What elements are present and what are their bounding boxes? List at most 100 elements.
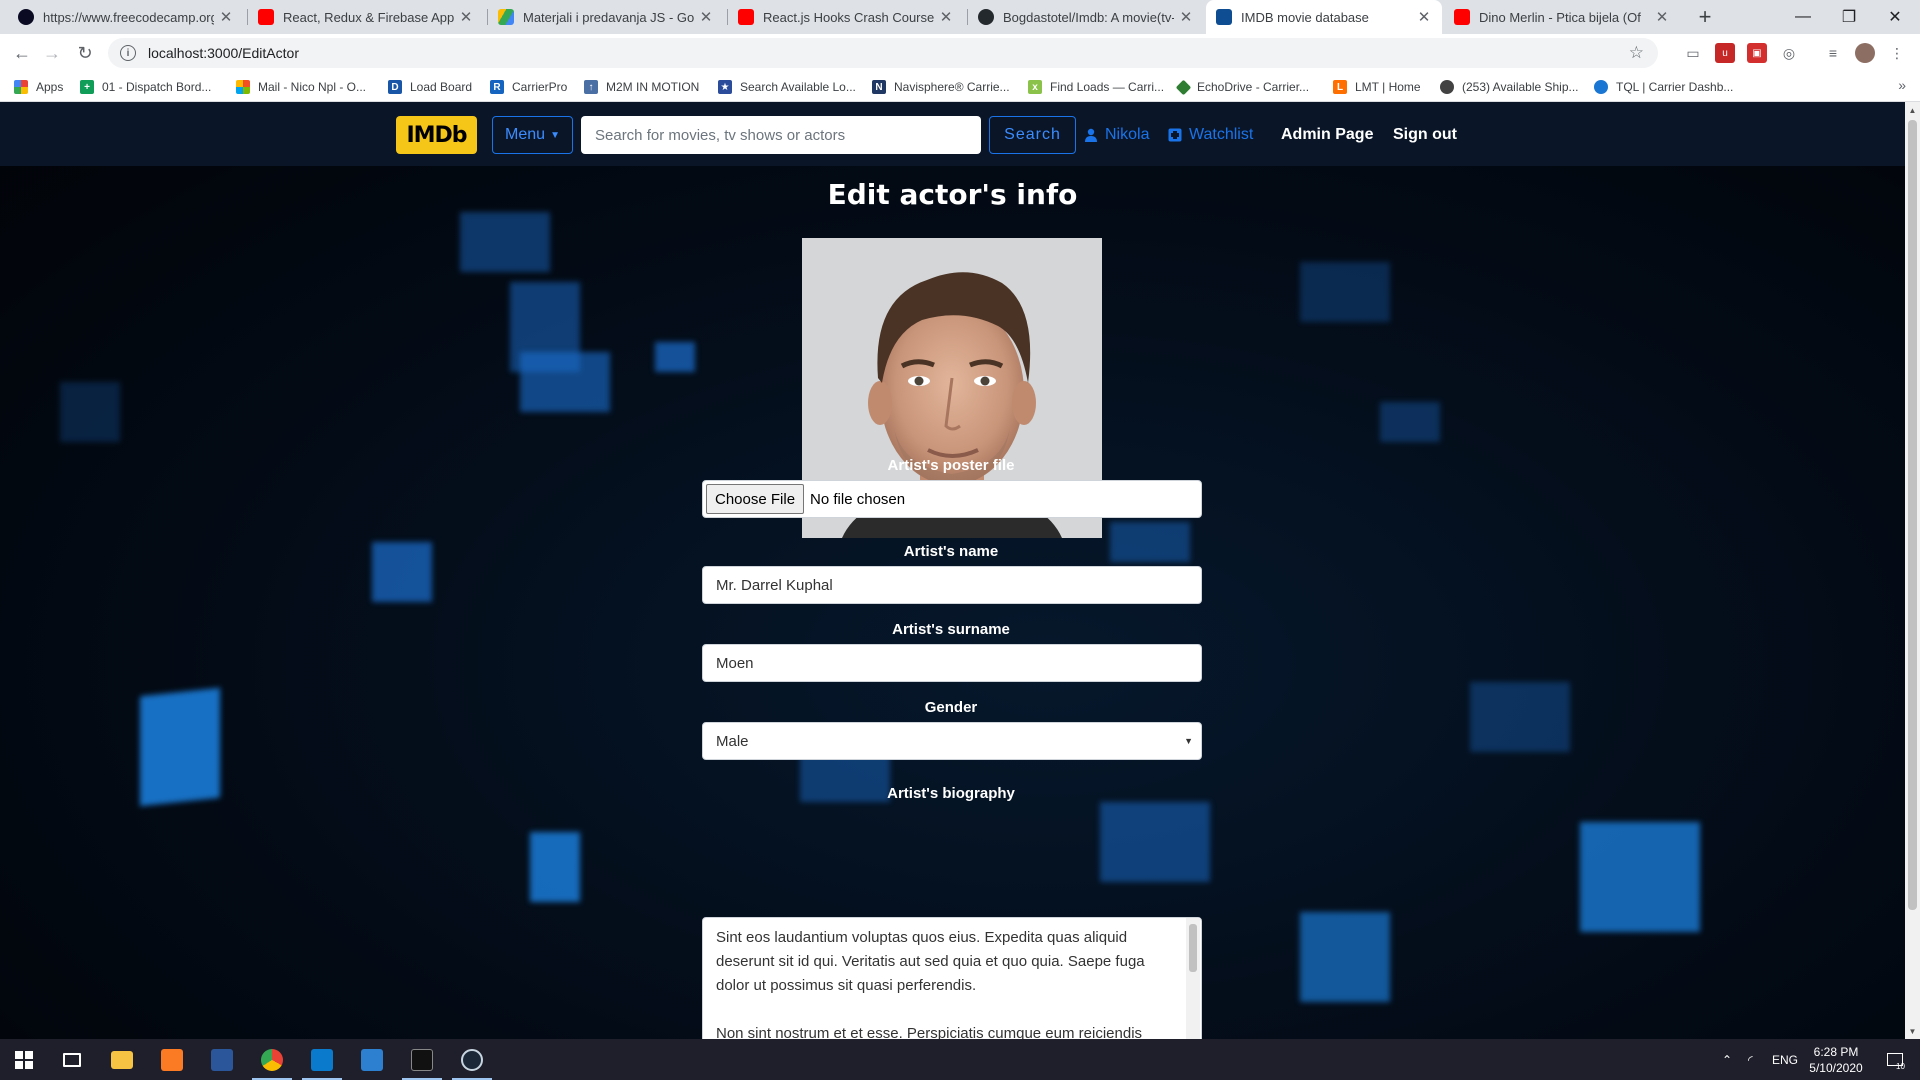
reload-icon[interactable]: ↻ <box>73 41 97 65</box>
bookmark-item[interactable]: EchoDrive - Carrier... <box>1175 78 1309 96</box>
close-icon[interactable]: ✕ <box>1654 8 1670 26</box>
gender-value: Male <box>716 732 749 750</box>
surname-input[interactable]: Moen <box>702 644 1202 682</box>
forward-icon[interactable]: → <box>40 41 64 65</box>
network-icon[interactable]: ◜ <box>1748 1039 1753 1080</box>
clock-time: 6:28 PM <box>1813 1045 1859 1059</box>
system-clock[interactable]: 6:28 PM 5/10/2020 <box>1804 1044 1868 1076</box>
taskbar-terminal[interactable] <box>398 1039 446 1080</box>
close-icon[interactable]: ✕ <box>218 8 234 26</box>
taskbar-xampp[interactable] <box>148 1039 196 1080</box>
browser-tab[interactable]: https://www.freecodecamp.org/l ✕ <box>8 0 244 34</box>
search-input[interactable] <box>581 116 981 154</box>
bookmark-item[interactable]: TQL | Carrier Dashb... <box>1594 78 1733 96</box>
folder-icon <box>111 1050 133 1069</box>
new-tab-button[interactable]: + <box>1692 4 1718 30</box>
biography-textarea[interactable]: Sint eos laudantium voluptas quos eius. … <box>702 917 1202 1039</box>
browser-tab[interactable]: Bogdastotel/Imdb: A movie(tv-sh ✕ <box>968 0 1204 34</box>
close-icon[interactable]: ✕ <box>938 8 954 26</box>
bookmark-apps[interactable]: Apps <box>14 78 63 96</box>
taskbar-word[interactable] <box>198 1039 246 1080</box>
extension-icon[interactable]: ▣ <box>1747 43 1767 63</box>
bookmark-item[interactable]: L LMT | Home <box>1333 78 1421 96</box>
cast-icon[interactable]: ▭ <box>1683 43 1703 63</box>
info-icon[interactable]: i <box>120 45 136 61</box>
site-navbar: IMDb Menu ▼ Search Nikola Watchlist Admi… <box>0 102 1905 166</box>
scroll-down-icon[interactable]: ▼ <box>1905 1023 1920 1039</box>
window-close-icon[interactable]: ✕ <box>1872 0 1918 34</box>
minimize-icon[interactable]: — <box>1780 0 1826 34</box>
bookmark-item[interactable]: Mail - Nico Npl - O... <box>236 78 366 96</box>
browser-tab[interactable]: React, Redux & Firebase App Tut ✕ <box>248 0 484 34</box>
taskbar-chrome[interactable] <box>248 1039 296 1080</box>
close-icon[interactable]: ✕ <box>1416 8 1432 26</box>
gender-select[interactable]: Male ▼ <box>702 722 1202 760</box>
imdb-logo[interactable]: IMDb <box>396 116 477 154</box>
biography-paragraph: Non sint nostrum et et esse. Perspiciati… <box>716 1025 1143 1039</box>
address-bar[interactable]: i localhost:3000/EditActor ☆ <box>108 38 1658 68</box>
bookmark-item[interactable]: (253) Available Ship... <box>1440 78 1579 96</box>
poster-file-input[interactable]: Choose File No file chosen <box>702 480 1202 518</box>
search-button[interactable]: Search <box>989 116 1076 154</box>
admin-page-link[interactable]: Admin Page <box>1281 124 1373 146</box>
watchlist-link[interactable]: Watchlist <box>1168 124 1253 146</box>
vscode-icon <box>311 1048 333 1071</box>
terminal-icon <box>411 1048 433 1071</box>
word-icon <box>211 1048 233 1071</box>
extension-ublock-icon[interactable]: u <box>1715 43 1735 63</box>
browser-tab[interactable]: Dino Merlin - Ptica bijela (Of ✕ <box>1444 0 1680 34</box>
close-icon[interactable]: ✕ <box>1178 8 1194 26</box>
page-scrollbar[interactable]: ▲ ▼ <box>1905 102 1920 1039</box>
user-profile-link[interactable]: Nikola <box>1084 124 1149 146</box>
tray-chevron-icon[interactable]: ⌃ <box>1722 1039 1732 1080</box>
m2m-icon: ↑ <box>584 80 598 94</box>
reading-list-icon[interactable]: ≡ <box>1823 43 1843 63</box>
taskbar-photos[interactable] <box>348 1039 396 1080</box>
bookmark-star-icon[interactable]: ☆ <box>1629 43 1644 63</box>
menu-dropdown-button[interactable]: Menu ▼ <box>492 116 573 154</box>
bookmarks-overflow-icon[interactable]: » <box>1898 77 1906 93</box>
sign-out-link[interactable]: Sign out <box>1393 124 1457 146</box>
scroll-up-icon[interactable]: ▲ <box>1905 102 1920 118</box>
taskbar-vscode[interactable] <box>298 1039 346 1080</box>
browser-tab[interactable]: React.js Hooks Crash Course - Yo ✕ <box>728 0 964 34</box>
start-button[interactable] <box>0 1039 48 1080</box>
bookmark-item[interactable]: ★ Search Available Lo... <box>718 78 856 96</box>
scrollbar-thumb[interactable] <box>1908 120 1917 910</box>
task-view-button[interactable] <box>48 1039 96 1080</box>
google-drive-icon <box>498 9 514 25</box>
language-indicator[interactable]: ENG <box>1772 1039 1798 1080</box>
taskbar-explorer[interactable] <box>98 1039 146 1080</box>
poster-file-label: Artist's poster file <box>887 457 1015 474</box>
browser-tab[interactable]: Materjali i predavanja JS - Googl ✕ <box>488 0 724 34</box>
back-icon[interactable]: ← <box>10 41 34 65</box>
page-title: Edit actor's info <box>827 178 1078 211</box>
bookmark-item[interactable]: N Navisphere® Carrie... <box>872 78 1010 96</box>
menu-label: Menu <box>505 126 546 143</box>
user-name: Nikola <box>1105 126 1150 143</box>
close-icon[interactable]: ✕ <box>698 8 714 26</box>
restore-icon[interactable]: ❐ <box>1826 0 1872 34</box>
choose-file-button[interactable]: Choose File <box>706 484 805 514</box>
name-input[interactable]: Mr. Darrel Kuphal <box>702 566 1202 604</box>
bookmark-item[interactable]: ↑ M2M IN MOTION <box>584 78 699 96</box>
bookmark-item[interactable]: R CarrierPro <box>490 78 567 96</box>
background-cube <box>1100 802 1210 882</box>
close-icon[interactable]: ✕ <box>458 8 474 26</box>
bookmark-item[interactable]: D Load Board <box>388 78 472 96</box>
biography-scrollbar[interactable] <box>1186 918 1200 1039</box>
imdb-site-icon <box>1216 9 1232 25</box>
profile-avatar-icon[interactable] <box>1855 43 1875 63</box>
bookmark-item[interactable]: x Find Loads — Carri... <box>1028 78 1164 96</box>
bookmark-item[interactable]: +01 - Dispatch Bord... <box>80 78 211 96</box>
background-cube <box>1300 912 1390 1002</box>
browser-tab-active[interactable]: IMDB movie database ✕ <box>1206 0 1442 34</box>
taskbar-steam[interactable] <box>448 1039 496 1080</box>
scrollbar-thumb[interactable] <box>1189 924 1197 972</box>
url-text[interactable]: localhost:3000/EditActor <box>148 45 299 61</box>
notification-center-icon[interactable]: 10 <box>1880 1039 1910 1080</box>
notification-count: 10 <box>1896 1062 1905 1071</box>
browser-menu-icon[interactable]: ⋮ <box>1887 43 1907 63</box>
extension-circle-icon[interactable]: ◎ <box>1779 43 1799 63</box>
biography-paragraph: Sint eos laudantium voluptas quos eius. … <box>716 929 1145 994</box>
